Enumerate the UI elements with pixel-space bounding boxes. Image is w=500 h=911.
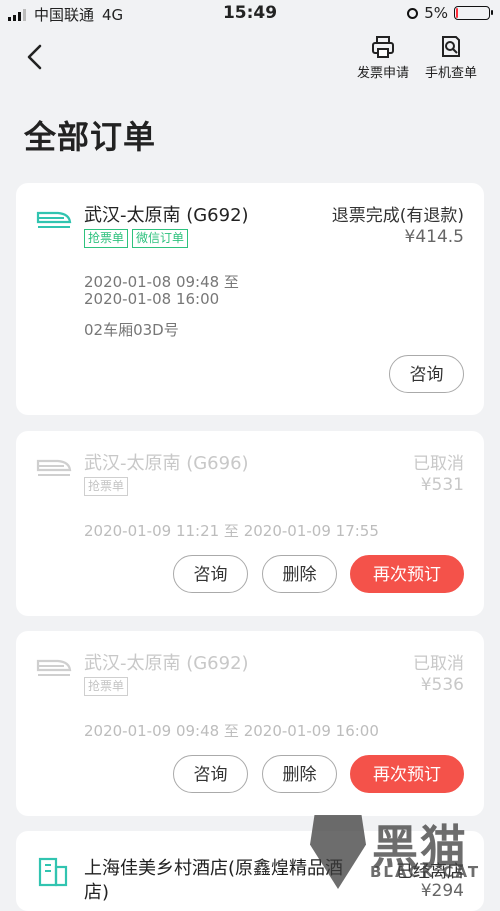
order-price: ¥414.5	[404, 227, 464, 247]
phone-lookup-button[interactable]: 手机查单	[416, 34, 486, 81]
battery-percent: 5%	[424, 4, 448, 22]
consult-button[interactable]: 咨询	[173, 755, 248, 793]
printer-icon	[372, 36, 394, 58]
hotel-icon	[38, 857, 68, 887]
alarm-icon	[407, 7, 419, 19]
tag-grab-ticket: 抢票单	[84, 677, 129, 696]
consult-button[interactable]: 咨询	[389, 355, 464, 393]
order-time: 2020-01-09 11:21 至 2020-01-09 17:55	[84, 522, 379, 540]
order-tags: 抢票单 微信订单	[84, 229, 189, 248]
order-status: 已取消	[413, 454, 464, 474]
nav-bar: 发票申请 手机查单	[0, 30, 500, 90]
tag-wechat-order: 微信订单	[132, 229, 189, 248]
order-price: ¥536	[420, 675, 464, 695]
watermark-logo: 黑猫 BLACK CAT	[308, 815, 488, 889]
order-card[interactable]: 武汉-太原南 (G692) 已取消 ¥536 抢票单 2020-01-09 09…	[16, 631, 484, 816]
order-route: 武汉-太原南 (G692)	[84, 205, 249, 226]
train-icon	[36, 659, 72, 676]
order-seat: 02车厢03D号	[84, 321, 179, 339]
tag-grab-ticket: 抢票单	[84, 477, 129, 496]
battery-fill	[456, 8, 458, 18]
order-route: 武汉-太原南 (G696)	[84, 453, 249, 474]
invoice-label: 发票申请	[356, 66, 409, 81]
order-status: 退票完成(有退款)	[331, 206, 464, 226]
delete-button[interactable]: 删除	[262, 755, 337, 793]
consult-button[interactable]: 咨询	[173, 555, 248, 593]
delete-button[interactable]: 删除	[262, 555, 337, 593]
order-tags: 抢票单	[84, 677, 129, 696]
rebook-button[interactable]: 再次预订	[350, 755, 464, 793]
order-time: 2020-01-09 09:48 至 2020-01-09 16:00	[84, 722, 379, 740]
watermark-text: BLACK CAT	[370, 863, 481, 881]
search-document-icon	[442, 36, 460, 57]
invoice-button[interactable]: 发票申请	[348, 34, 418, 81]
hotel-name: 上海佳美乡村酒店(原鑫煌精品酒店)	[84, 858, 344, 903]
order-card[interactable]: 武汉-太原南 (G692) 退票完成(有退款) ¥414.5 抢票单 微信订单 …	[16, 183, 484, 415]
train-icon	[36, 459, 72, 476]
order-tags: 抢票单	[84, 477, 129, 496]
order-status: 已取消	[413, 654, 464, 674]
order-route: 武汉-太原南 (G692)	[84, 653, 249, 674]
cat-shield-icon	[310, 815, 366, 889]
order-time-start: 2020-01-08 09:48 至	[84, 273, 239, 291]
back-button[interactable]	[22, 42, 48, 72]
order-card[interactable]: 武汉-太原南 (G696) 已取消 ¥531 抢票单 2020-01-09 11…	[16, 431, 484, 616]
chevron-left-icon	[27, 44, 42, 70]
train-icon	[36, 211, 72, 228]
order-time-end: 2020-01-08 16:00	[84, 290, 220, 308]
page-title: 全部订单	[24, 118, 157, 156]
battery-icon	[454, 6, 493, 20]
rebook-button[interactable]: 再次预订	[350, 555, 464, 593]
status-bar: 中国联通 4G 15:49 5%	[0, 0, 500, 28]
tag-grab-ticket: 抢票单	[84, 229, 129, 248]
order-price: ¥531	[420, 475, 464, 495]
phone-lookup-label: 手机查单	[424, 66, 477, 81]
